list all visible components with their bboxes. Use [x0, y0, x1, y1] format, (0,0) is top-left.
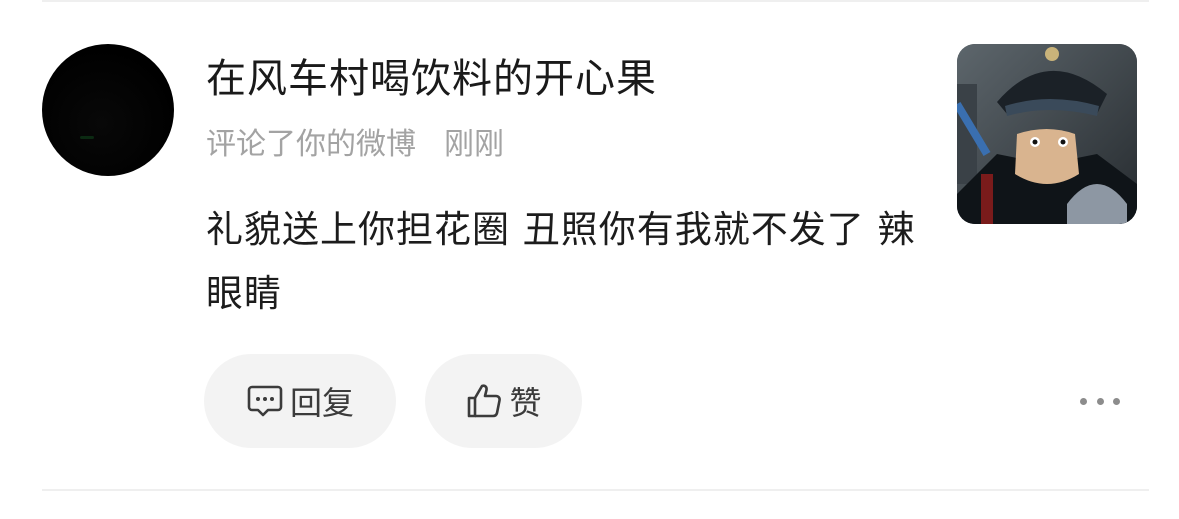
more-dot [1080, 397, 1087, 405]
comment-text: 礼貌送上你担花圈 丑照你有我就不发了 辣眼睛 [206, 208, 916, 315]
action-text: 评论了你的微博 [206, 127, 416, 162]
post-thumbnail[interactable] [957, 44, 1137, 224]
like-button[interactable]: 赞 [425, 354, 582, 448]
more-dot [1096, 397, 1104, 405]
top-divider [42, 0, 1149, 2]
username[interactable]: 在风车村喝饮料的开心果 [206, 50, 657, 108]
avatar[interactable] [42, 44, 174, 176]
comment-bubble-icon [246, 383, 284, 419]
avatar-detail [80, 136, 94, 139]
reply-button[interactable]: 回复 [204, 354, 396, 448]
timestamp: 刚刚 [444, 127, 504, 162]
reply-label: 回复 [289, 384, 354, 422]
more-dot [1113, 397, 1120, 405]
thumbs-up-icon [465, 382, 503, 420]
bottom-divider [42, 489, 1149, 491]
like-label: 赞 [509, 384, 542, 422]
more-dots-icon[interactable] [1080, 388, 1120, 414]
comment-meta: 评论了你的微博 刚刚 [206, 124, 504, 166]
